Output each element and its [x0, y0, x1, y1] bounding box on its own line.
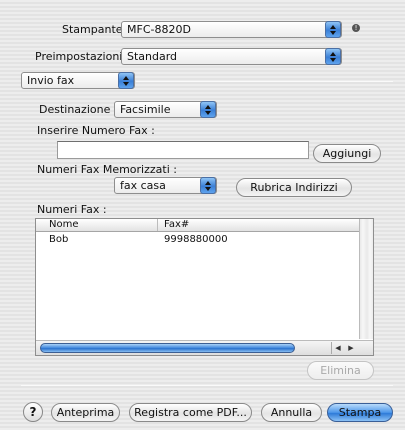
fax-list-label: Numeri Fax :	[37, 203, 107, 216]
row-name: Bob	[49, 234, 69, 245]
stored-numbers-popup[interactable]: fax casa	[114, 177, 217, 194]
chevron-updown-icon	[200, 101, 216, 118]
stored-numbers-value: fax casa	[120, 179, 166, 192]
preview-button[interactable]: Anteprima	[51, 403, 120, 422]
fax-list-header: Nome Fax#	[36, 219, 359, 232]
info-icon[interactable]: !	[352, 24, 360, 32]
add-button[interactable]: Aggiungi	[313, 144, 381, 163]
chevron-updown-icon	[200, 177, 216, 194]
fax-number-field[interactable]	[57, 141, 309, 159]
panel-popup[interactable]: Invio fax	[21, 72, 135, 89]
presets-popup[interactable]: Standard	[121, 48, 342, 65]
destination-label: Destinazione :	[39, 103, 118, 116]
scroll-left-icon[interactable]: ◀	[332, 342, 344, 354]
footer-separator	[21, 385, 393, 386]
address-book-button[interactable]: Rubrica Indirizzi	[236, 178, 352, 197]
column-header-name[interactable]: Nome	[49, 219, 79, 231]
save-pdf-button[interactable]: Registra come PDF...	[129, 403, 252, 422]
destination-value: Facsimile	[120, 103, 171, 116]
panel-value: Invio fax	[27, 74, 75, 87]
scroll-arrows-icon[interactable]: ◀ ▶	[331, 342, 357, 354]
row-fax: 9998880000	[164, 234, 228, 245]
presets-label: Preimpostazioni:	[35, 50, 127, 63]
scroll-right-icon[interactable]: ▶	[345, 342, 357, 354]
panel-separator	[136, 81, 393, 82]
fax-list[interactable]: Nome Fax# Bob 9998880000 ◀ ▶	[35, 218, 374, 356]
destination-popup[interactable]: Facsimile	[114, 101, 217, 118]
table-row[interactable]: Bob 9998880000	[36, 233, 359, 246]
column-divider	[157, 219, 158, 231]
vertical-scrollbar[interactable]	[359, 219, 373, 339]
horizontal-scroll-thumb[interactable]	[40, 343, 295, 353]
delete-button[interactable]: Elimina	[307, 361, 374, 380]
printer-popup[interactable]: MFC-8820D	[121, 21, 342, 38]
printer-label: Stampante:	[62, 23, 127, 36]
horizontal-scrollbar[interactable]: ◀ ▶	[36, 340, 373, 355]
stored-numbers-label: Numeri Fax Memorizzati :	[37, 163, 177, 176]
fax-number-label: Inserire Numero Fax :	[37, 124, 155, 137]
chevron-updown-icon	[325, 21, 341, 38]
cancel-button[interactable]: Annulla	[261, 403, 322, 422]
print-button[interactable]: Stampa	[327, 403, 393, 422]
printer-value: MFC-8820D	[127, 23, 191, 36]
column-header-fax[interactable]: Fax#	[164, 219, 189, 231]
chevron-updown-icon	[325, 48, 341, 65]
chevron-updown-icon	[118, 72, 134, 89]
help-icon[interactable]: ?	[23, 402, 43, 422]
presets-value: Standard	[127, 50, 178, 63]
